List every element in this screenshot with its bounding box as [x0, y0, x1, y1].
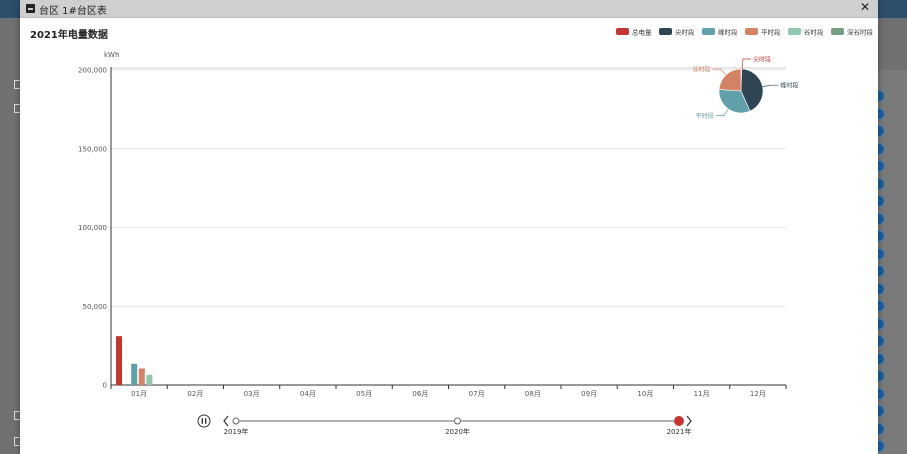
y-tick-label: 0 [103, 382, 107, 390]
x-tick-label: 08月 [525, 390, 541, 398]
bar-5-01月[interactable] [146, 374, 153, 385]
x-tick-label: 01月 [131, 390, 147, 398]
legend-label: 深谷时段 [847, 28, 874, 37]
bar-3-01月[interactable] [131, 363, 138, 385]
timeline-point[interactable] [232, 417, 240, 425]
x-tick-label: 02月 [187, 390, 203, 398]
pie-label-line [715, 108, 729, 116]
bar-1-01月[interactable] [116, 336, 122, 385]
y-tick-label: 50,000 [83, 303, 108, 311]
x-tick-label: 04月 [300, 390, 316, 398]
legend-label: 尖时段 [675, 28, 695, 37]
legend-swatch[interactable] [745, 28, 758, 35]
legend-swatch[interactable] [788, 28, 801, 35]
pie-label: 峰时段 [780, 82, 798, 90]
timeline-label: 2021年 [667, 427, 692, 436]
legend-swatch[interactable] [659, 28, 672, 35]
pause-icon [205, 418, 207, 424]
legend-label: 峰时段 [718, 28, 738, 37]
x-tick-label: 11月 [694, 390, 710, 398]
y-tick-label: 200,000 [78, 67, 107, 75]
pie-label: 平时段 [696, 112, 714, 120]
play-pause-button[interactable] [197, 414, 211, 428]
legend-label: 平时段 [761, 28, 781, 37]
y-tick-label: 150,000 [78, 145, 107, 153]
timeline-point[interactable] [454, 417, 461, 425]
legend-label: 总电量 [632, 28, 652, 37]
x-tick-label: 03月 [244, 390, 260, 398]
electricity-chart: kWh 0 50,000 100,000 150,000 200,000 01月 02月 03月… [78, 28, 874, 437]
pie-label: 尖时段 [753, 56, 771, 64]
legend-swatch[interactable] [831, 28, 844, 35]
y-axis-label: kWh [104, 51, 119, 59]
x-tick-label: 07月 [469, 390, 485, 398]
next-icon[interactable] [686, 415, 692, 427]
timeline-point-current[interactable] [674, 416, 684, 426]
pie-slice[interactable] [718, 68, 742, 92]
legend-swatch[interactable] [616, 28, 629, 35]
x-tick-label: 05月 [356, 390, 372, 398]
pause-icon [201, 418, 203, 424]
legend-swatch[interactable] [702, 28, 715, 35]
legend-label: 谷时段 [804, 28, 824, 37]
chart-dialog: 台区 1#台区表 ✕ 2021年电量数据 kWh 0 50,000 100,000 15… [20, 0, 878, 454]
bar-4-01月[interactable] [138, 368, 145, 385]
x-tick-label: 10月 [637, 390, 653, 398]
timeline-label: 2019年 [224, 427, 249, 436]
x-tick-label: 06月 [412, 390, 428, 398]
y-tick-label: 100,000 [78, 224, 107, 232]
x-tick-label: 12月 [750, 390, 766, 398]
prev-icon[interactable] [223, 415, 229, 427]
pie-label-line [762, 84, 779, 88]
pie-label: 谷时段 [693, 66, 711, 74]
timeline-label: 2020年 [445, 427, 470, 436]
x-tick-label: 09月 [581, 390, 597, 398]
